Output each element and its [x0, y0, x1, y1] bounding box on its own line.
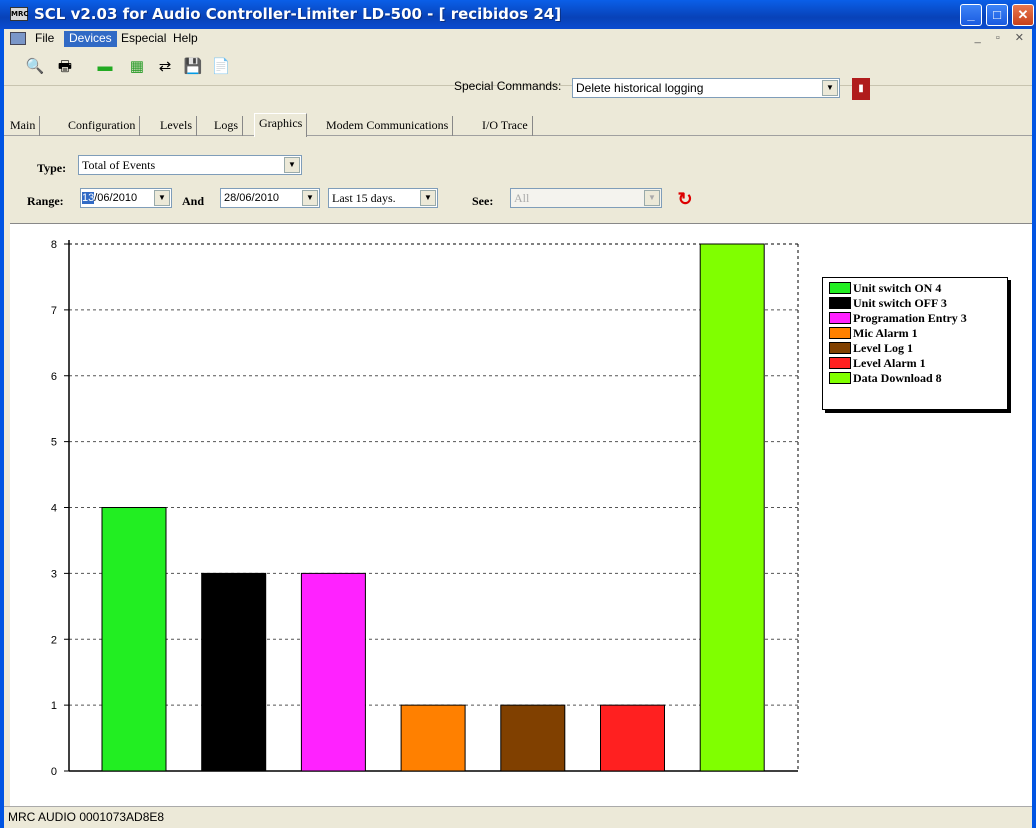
- range-start-date[interactable]: 13/06/2010 ▼: [80, 188, 172, 208]
- toolbar: 🔍 🖶 ▬ ▦ ⇄ 💾 📄 Special Commands: Delete h…: [4, 48, 1032, 100]
- tab-configuration[interactable]: Configuration: [64, 116, 141, 136]
- range-start-rest: /06/2010: [94, 192, 138, 204]
- tab-modem-communications[interactable]: Modem Communications: [322, 116, 454, 136]
- y-tick-label: 6: [51, 371, 57, 383]
- connect-icon[interactable]: 🔍: [22, 54, 48, 80]
- y-tick-label: 3: [51, 568, 57, 580]
- legend-swatch: [829, 342, 851, 354]
- main-window: MRC SCL v2.03 for Audio Controller-Limit…: [0, 0, 1036, 828]
- legend-label: Programation Entry 3: [853, 311, 967, 325]
- menu-bar: File Devices Especial Help _ ▫ ✕: [4, 29, 1032, 48]
- bar: [300, 572, 366, 772]
- legend-swatch: [829, 357, 851, 369]
- legend-label: Mic Alarm 1: [853, 326, 918, 340]
- tab-levels[interactable]: Levels: [156, 116, 197, 136]
- legend-swatch: [829, 372, 851, 384]
- chevron-down-icon[interactable]: ▼: [284, 157, 300, 173]
- chevron-down-icon[interactable]: ▼: [154, 190, 170, 206]
- bar: [201, 572, 267, 772]
- legend-item: Unit switch OFF 3: [827, 296, 1007, 311]
- legend-item: Mic Alarm 1: [827, 326, 1007, 341]
- legend-item: Unit switch ON 4: [827, 281, 1007, 296]
- network-icon[interactable]: ⇄: [152, 54, 178, 80]
- maximize-button[interactable]: □: [986, 4, 1008, 26]
- y-tick-label: 5: [51, 437, 57, 449]
- bar: [699, 243, 765, 772]
- menu-help[interactable]: Help: [168, 31, 203, 47]
- see-select[interactable]: All ▼: [510, 188, 662, 208]
- see-label: See:: [472, 194, 494, 208]
- y-tick-label: 4: [51, 503, 57, 515]
- bar: [600, 704, 665, 772]
- mdi-document-icon[interactable]: [10, 32, 26, 45]
- window-title: SCL v2.03 for Audio Controller-Limiter L…: [34, 5, 562, 23]
- legend-label: Data Download 8: [853, 371, 942, 385]
- special-commands-value: Delete historical logging: [576, 81, 704, 95]
- menu-devices[interactable]: Devices: [64, 31, 117, 47]
- period-select[interactable]: Last 15 days. ▼: [328, 188, 438, 208]
- exit-icon[interactable]: ▮: [852, 78, 870, 100]
- tab-logs[interactable]: Logs: [210, 116, 243, 136]
- save-icon[interactable]: 💾: [180, 54, 206, 80]
- period-value: Last 15 days.: [332, 191, 396, 205]
- legend-swatch: [829, 297, 851, 309]
- range-end-value: 28/06/2010: [224, 192, 280, 204]
- bar: [500, 704, 566, 772]
- bar: [400, 704, 466, 772]
- see-value: All: [514, 191, 530, 205]
- mdi-window-controls[interactable]: _ ▫ ✕: [975, 31, 1030, 44]
- legend-swatch: [829, 282, 851, 294]
- close-button[interactable]: ✕: [1012, 4, 1034, 26]
- print-icon[interactable]: 🖶: [52, 54, 78, 80]
- document-icon[interactable]: 📄: [208, 54, 234, 80]
- status-text: MRC AUDIO 0001073AD8E8: [8, 810, 165, 824]
- legend-label: Unit switch ON 4: [853, 281, 942, 295]
- app-icon[interactable]: MRC: [10, 7, 29, 21]
- range-start-day: 13: [82, 192, 95, 204]
- legend-item: Data Download 8: [827, 371, 1007, 386]
- type-value: Total of Events: [82, 158, 156, 172]
- device-icon[interactable]: ▬: [92, 54, 118, 80]
- legend-item: Programation Entry 3: [827, 311, 1007, 326]
- legend-swatch: [829, 312, 851, 324]
- refresh-icon[interactable]: ↻: [675, 189, 695, 209]
- chip-icon[interactable]: ▦: [124, 54, 150, 80]
- special-commands-label: Special Commands:: [454, 79, 562, 93]
- y-tick-label: 1: [51, 700, 57, 712]
- legend-item: Level Alarm 1: [827, 356, 1007, 371]
- bar: [101, 507, 167, 772]
- menu-especial[interactable]: Especial: [116, 31, 171, 47]
- tab-strip: Main Configuration Levels Logs Graphics …: [4, 112, 1032, 137]
- minimize-button[interactable]: _: [960, 4, 982, 26]
- chevron-down-icon[interactable]: ▼: [420, 190, 436, 206]
- legend-label: Level Log 1: [853, 341, 913, 355]
- status-bar: MRC AUDIO 0001073AD8E8: [4, 806, 1032, 828]
- range-label: Range:: [27, 194, 64, 208]
- menu-file[interactable]: File: [30, 31, 59, 47]
- tab-graphics[interactable]: Graphics: [254, 113, 308, 137]
- chevron-down-icon[interactable]: ▼: [822, 80, 838, 96]
- special-commands-select[interactable]: Delete historical logging ▼: [572, 78, 840, 98]
- tab-io-trace[interactable]: I/O Trace: [478, 116, 533, 136]
- chart-legend: Unit switch ON 4 Unit switch OFF 3 Progr…: [822, 277, 1008, 410]
- and-label: And: [182, 194, 205, 208]
- legend-label: Level Alarm 1: [853, 356, 926, 370]
- y-tick-label: 8: [51, 239, 57, 251]
- legend-label: Unit switch OFF 3: [853, 296, 947, 310]
- range-end-date[interactable]: 28/06/2010 ▼: [220, 188, 320, 208]
- chevron-down-icon[interactable]: ▼: [302, 190, 318, 206]
- tab-main[interactable]: Main: [6, 116, 41, 136]
- legend-swatch: [829, 327, 851, 339]
- y-tick-label: 2: [51, 634, 57, 646]
- type-label: Type:: [37, 161, 67, 175]
- chevron-down-icon[interactable]: ▼: [644, 190, 660, 206]
- type-select[interactable]: Total of Events ▼: [78, 155, 302, 175]
- y-tick-label: 0: [51, 766, 57, 778]
- y-tick-label: 7: [51, 305, 57, 317]
- legend-item: Level Log 1: [827, 341, 1007, 356]
- title-bar: MRC SCL v2.03 for Audio Controller-Limit…: [0, 0, 1036, 29]
